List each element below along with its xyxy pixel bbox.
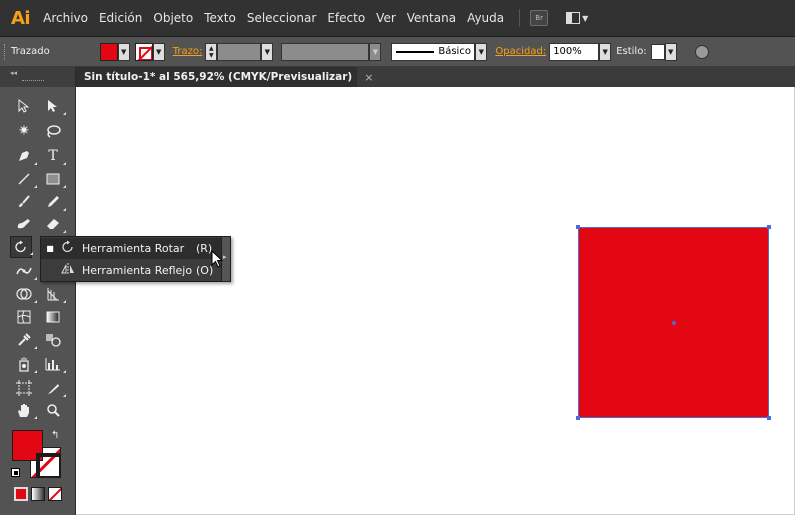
gradient-tool-icon[interactable]: [42, 306, 64, 328]
mouse-cursor-icon: [211, 250, 224, 268]
line-segment-tool-icon[interactable]: [13, 168, 37, 190]
graphic-style-swatch[interactable]: [650, 43, 665, 60]
lasso-tool-icon[interactable]: [42, 120, 64, 142]
opacity-input[interactable]: 100%: [549, 42, 600, 61]
selection-handle[interactable]: [576, 225, 580, 229]
rectangle-tool-icon[interactable]: [42, 168, 66, 190]
eraser-tool-icon[interactable]: [42, 213, 66, 235]
rotate-icon: [57, 240, 79, 258]
opacity-dropdown-button[interactable]: ▼: [599, 42, 612, 61]
magic-wand-tool-icon[interactable]: ✷: [13, 120, 35, 142]
menu-ventana[interactable]: Ventana: [407, 11, 456, 25]
collapse-panel-icon[interactable]: ◂◂: [10, 69, 17, 77]
bridge-button[interactable]: Br: [530, 10, 549, 26]
brush-name: Básico: [438, 46, 471, 57]
flyout-item-label: Herramienta Reflejo: [82, 264, 193, 277]
graphic-style-dropdown[interactable]: ▼: [664, 42, 677, 61]
document-tab-bar: Sin título-1* al 565,92% (CMYK/Previsual…: [76, 67, 795, 87]
panel-grip[interactable]: [22, 80, 44, 81]
selected-bullet: ■: [46, 244, 54, 253]
arrange-documents-icon: [566, 12, 581, 24]
blend-tool-icon[interactable]: [42, 329, 64, 351]
document-tab-title: Sin título-1* al 565,92% (CMYK/Previsual…: [84, 71, 353, 83]
app-logo: Ai: [11, 7, 31, 29]
fill-swatch[interactable]: [99, 42, 118, 61]
menu-seleccionar[interactable]: Seleccionar: [247, 11, 316, 25]
shape-builder-tool-icon[interactable]: [13, 283, 37, 305]
stroke-weight-field[interactable]: [217, 42, 262, 61]
control-bar: Trazado ▼ ▼ Trazo: ▲ ▼ ▼ ▼ Básico ▼ Opaci…: [0, 37, 795, 67]
flyout-item-reflect[interactable]: Herramienta Reflejo (O): [41, 260, 222, 281]
pencil-tool-icon[interactable]: [42, 191, 66, 213]
perspective-grid-tool-icon[interactable]: [42, 283, 66, 305]
stroke-weight-stepper[interactable]: ▲ ▼: [205, 42, 218, 61]
hand-tool-icon[interactable]: [13, 399, 37, 421]
style-label: Estilo:: [616, 46, 647, 57]
zoom-tool-icon[interactable]: [42, 399, 64, 421]
menu-bar: Ai Archivo Edición Objeto Texto Seleccio…: [0, 0, 795, 37]
artboard-tool-icon[interactable]: [13, 377, 35, 399]
pen-tool-icon[interactable]: [13, 145, 37, 167]
gradient-mode-button[interactable]: [31, 487, 45, 501]
document-tab[interactable]: Sin título-1* al 565,92% (CMYK/Previsual…: [76, 67, 373, 87]
variable-width-field[interactable]: [281, 42, 370, 61]
menu-ayuda[interactable]: Ayuda: [467, 11, 504, 25]
fill-dropdown-button[interactable]: ▼: [117, 42, 130, 61]
type-tool-icon[interactable]: T: [42, 145, 66, 167]
selection-handle[interactable]: [767, 416, 771, 420]
recolor-artwork-icon[interactable]: [694, 44, 709, 59]
selection-type-label: Trazado: [11, 46, 50, 57]
default-fill-stroke-icon[interactable]: [11, 468, 20, 477]
document-canvas[interactable]: [76, 87, 794, 514]
selection-handle[interactable]: [576, 416, 580, 420]
menu-archivo[interactable]: Archivo: [43, 11, 88, 25]
blob-brush-tool-icon[interactable]: [13, 213, 35, 235]
direct-selection-tool-icon[interactable]: [42, 95, 66, 117]
menu-objeto[interactable]: Objeto: [153, 11, 193, 25]
menu-texto[interactable]: Texto: [204, 11, 236, 25]
color-mode-button[interactable]: [14, 487, 28, 501]
stroke-preview-line: [396, 50, 435, 53]
column-graph-tool-icon[interactable]: [42, 353, 66, 375]
selection-tool-icon[interactable]: [13, 95, 35, 117]
menu-efecto[interactable]: Efecto: [327, 11, 365, 25]
stroke-weight-dropdown[interactable]: ▼: [261, 42, 274, 61]
flyout-item-label: Herramienta Rotar: [82, 242, 185, 255]
variable-width-dropdown[interactable]: ▼: [369, 42, 382, 61]
menu-edicion[interactable]: Edición: [99, 11, 142, 25]
stroke-dropdown-button[interactable]: ▼: [152, 42, 165, 61]
symbol-sprayer-tool-icon[interactable]: [13, 353, 37, 375]
width-tool-icon[interactable]: [13, 260, 37, 282]
none-mode-button[interactable]: [48, 487, 62, 501]
stroke-label-link[interactable]: Trazo:: [173, 46, 203, 57]
selection-handle[interactable]: [767, 225, 771, 229]
chevron-down-icon: ▼: [582, 13, 589, 23]
flyout-item-shortcut: (R): [196, 242, 213, 255]
opacity-label-link[interactable]: Opacidad:: [495, 46, 546, 57]
rotate-tool-icon[interactable]: [10, 236, 33, 258]
tools-panel-header[interactable]: ◂◂: [0, 67, 76, 87]
flyout-item-rotate[interactable]: ■ Herramienta Rotar (R): [41, 238, 222, 259]
color-mode-buttons: [14, 487, 62, 501]
swap-fill-stroke-icon[interactable]: ↰: [51, 430, 59, 441]
stroke-swatch[interactable]: [134, 42, 153, 61]
close-tab-icon[interactable]: ×: [364, 71, 373, 84]
control-bar-grip[interactable]: [4, 43, 7, 60]
brush-dropdown-button[interactable]: ▼: [475, 42, 488, 61]
reflect-icon: [57, 262, 79, 280]
center-point: [672, 321, 676, 325]
arrange-documents-button[interactable]: ▼: [566, 12, 588, 24]
menu-ver[interactable]: Ver: [376, 11, 396, 25]
menu-divider: [519, 9, 521, 27]
mesh-tool-icon[interactable]: [13, 306, 35, 328]
illustrator-window: Ai Archivo Edición Objeto Texto Seleccio…: [0, 0, 795, 515]
eyedropper-tool-icon[interactable]: [13, 329, 37, 351]
slice-tool-icon[interactable]: [42, 377, 66, 399]
rotate-tool-flyout: ■ Herramienta Rotar (R) Herramienta Refl…: [40, 236, 231, 282]
brush-definition-field[interactable]: Básico: [391, 42, 476, 61]
red-rectangle[interactable]: [576, 225, 771, 420]
paintbrush-tool-icon[interactable]: [13, 191, 35, 213]
